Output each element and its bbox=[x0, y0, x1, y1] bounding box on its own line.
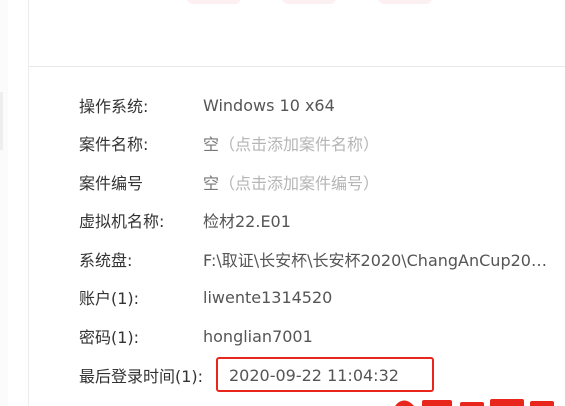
case-number-hint[interactable]: （点击添加案件编号） bbox=[219, 170, 379, 194]
row-password: 密码(1): honglian7001 bbox=[79, 324, 313, 348]
row-case-name[interactable]: 案件名称: 空 （点击添加案件名称） bbox=[79, 131, 379, 155]
row-account: 账户(1): liwente1314520 bbox=[79, 285, 332, 309]
row-case-number[interactable]: 案件编号 空 （点击添加案件编号） bbox=[79, 170, 379, 194]
red-annotation-mark bbox=[395, 399, 554, 406]
account-label: 账户(1): bbox=[79, 289, 140, 308]
row-os: 操作系统: Windows 10 x64 bbox=[79, 93, 335, 117]
row-vm-name: 虚拟机名称: 检材22.E01 bbox=[79, 208, 291, 232]
case-name-hint[interactable]: （点击添加案件名称） bbox=[219, 131, 379, 155]
toolbar-tab-1[interactable] bbox=[187, 0, 241, 4]
password-value: honglian7001 bbox=[203, 326, 313, 346]
case-number-value[interactable]: 空 bbox=[203, 170, 219, 194]
case-number-label: 案件编号 bbox=[79, 174, 144, 193]
last-login-label: 最后登录时间(1): bbox=[79, 367, 204, 386]
toolbar-tab-3[interactable] bbox=[378, 0, 432, 4]
vm-name-label: 虚拟机名称: bbox=[79, 212, 165, 231]
password-label: 密码(1): bbox=[79, 328, 140, 347]
row-system-disk: 系统盘: F:\取证\长安杯\长安杯2020\ChangAnCup2020\检材… bbox=[79, 247, 548, 271]
account-value: liwente1314520 bbox=[203, 287, 333, 307]
vm-info-page: 操作系统: Windows 10 x64 案件名称: 空 （点击添加案件名称） … bbox=[0, 0, 565, 406]
row-last-login: 最后登录时间(1): bbox=[79, 363, 203, 387]
toolbar-tab-2[interactable] bbox=[282, 0, 336, 4]
last-login-value: 2020-09-22 11:04:32 bbox=[229, 365, 399, 385]
os-label: 操作系统: bbox=[79, 97, 149, 116]
vm-name-value: 检材22.E01 bbox=[203, 212, 291, 231]
system-disk-value: F:\取证\长安杯\长安杯2020\ChangAnCup2020\检材22.E0… bbox=[203, 251, 548, 270]
system-disk-label: 系统盘: bbox=[79, 251, 133, 270]
os-value: Windows 10 x64 bbox=[203, 95, 335, 115]
top-toolbar-area bbox=[0, 0, 565, 66]
sidebar-scroll-indicator bbox=[0, 92, 3, 150]
panel-divider bbox=[28, 66, 565, 67]
case-name-value[interactable]: 空 bbox=[203, 131, 219, 155]
case-name-label: 案件名称: bbox=[79, 135, 149, 154]
